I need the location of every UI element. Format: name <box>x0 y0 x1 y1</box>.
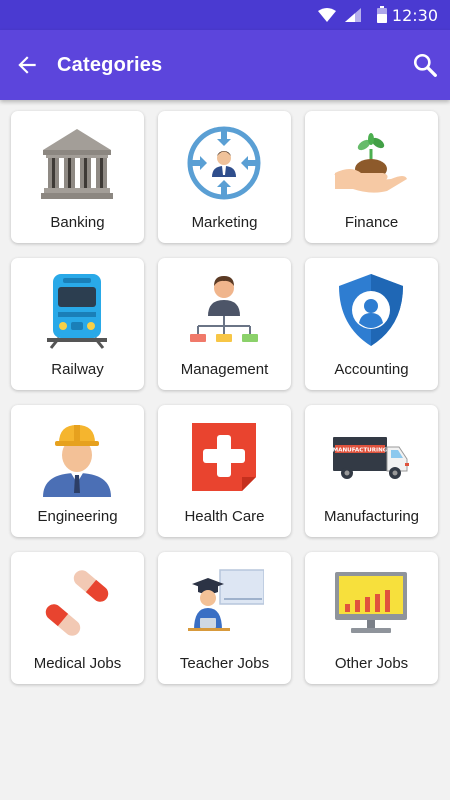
app-bar: Categories <box>0 30 450 100</box>
battery-icon <box>377 6 387 23</box>
category-card-manufacturing[interactable]: MANUFACTURING Manufacturing <box>305 405 438 537</box>
teacher-whiteboard-icon <box>188 569 264 631</box>
category-label: Management <box>180 361 269 378</box>
status-bar: 12:30 <box>0 0 450 30</box>
category-card-engineering[interactable]: Engineering <box>11 405 144 537</box>
category-card-accounting[interactable]: Accounting <box>305 258 438 390</box>
page-title: Categories <box>57 54 163 76</box>
category-card-management[interactable]: Management <box>158 258 291 390</box>
category-card-medical-jobs[interactable]: Medical Jobs <box>11 552 144 684</box>
engineer-hardhat-icon <box>43 425 111 497</box>
category-card-finance[interactable]: Finance <box>305 111 438 243</box>
category-label: Engineering <box>37 508 118 525</box>
category-card-railway[interactable]: Railway <box>11 258 144 390</box>
shield-person-icon <box>339 274 403 346</box>
category-card-banking[interactable]: Banking <box>11 111 144 243</box>
truck-sign-text: MANUFACTURING <box>333 448 388 454</box>
category-label: Manufacturing <box>323 508 420 525</box>
category-label: Accounting <box>334 361 409 378</box>
train-icon <box>47 274 107 349</box>
arrow-back-icon[interactable] <box>14 52 40 78</box>
category-label: Finance <box>344 214 399 231</box>
search-icon[interactable] <box>412 52 438 78</box>
category-label: Marketing <box>191 214 258 231</box>
category-card-teacher-jobs[interactable]: Teacher Jobs <box>158 552 291 684</box>
hand-plant-coin-icon <box>334 133 407 193</box>
category-label: Teacher Jobs <box>179 655 270 672</box>
signal-icon <box>345 8 361 22</box>
category-card-health-care[interactable]: Health Care <box>158 405 291 537</box>
category-label: Other Jobs <box>334 655 409 672</box>
wifi-icon <box>318 8 336 22</box>
category-label: Railway <box>51 361 104 378</box>
org-chart-person-icon <box>190 276 258 342</box>
category-label: Health Care <box>184 508 265 525</box>
status-time: 12:30 <box>391 6 438 25</box>
marketing-target-icon <box>187 126 261 200</box>
category-card-other-jobs[interactable]: Other Jobs <box>305 552 438 684</box>
monitor-chart-icon <box>335 572 407 633</box>
capsule-pills-icon <box>45 570 109 636</box>
delivery-truck-icon: MANUFACTURING <box>333 437 409 479</box>
bank-building-icon <box>41 129 113 199</box>
medical-cross-icon <box>192 423 256 491</box>
category-label: Medical Jobs <box>33 655 122 672</box>
category-card-marketing[interactable]: Marketing <box>158 111 291 243</box>
category-label: Banking <box>50 214 105 231</box>
